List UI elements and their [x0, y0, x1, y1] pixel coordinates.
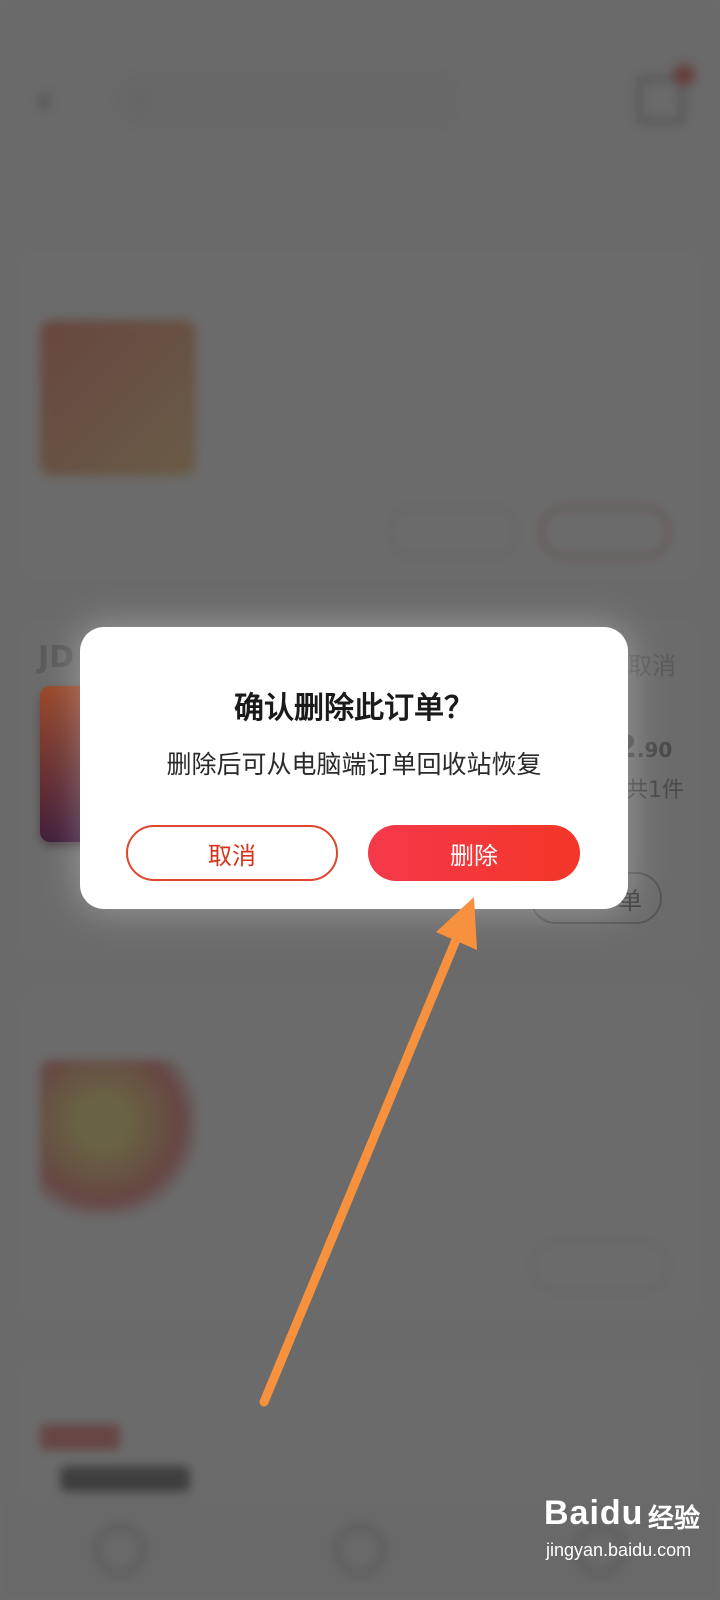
- watermark-product: 经验: [648, 1504, 701, 1534]
- annotation-arrow-icon: [259, 897, 477, 1407]
- watermark-brand: Baidu: [544, 1494, 644, 1532]
- app-screen: ‹ ⌕: [0, 0, 720, 1600]
- arrow-shaft: [259, 930, 463, 1407]
- watermark-url: jingyan.baidu.com: [546, 1540, 692, 1560]
- baidu-jingyan-watermark: Baidu 经验 jingyan.baidu.com: [540, 1494, 710, 1574]
